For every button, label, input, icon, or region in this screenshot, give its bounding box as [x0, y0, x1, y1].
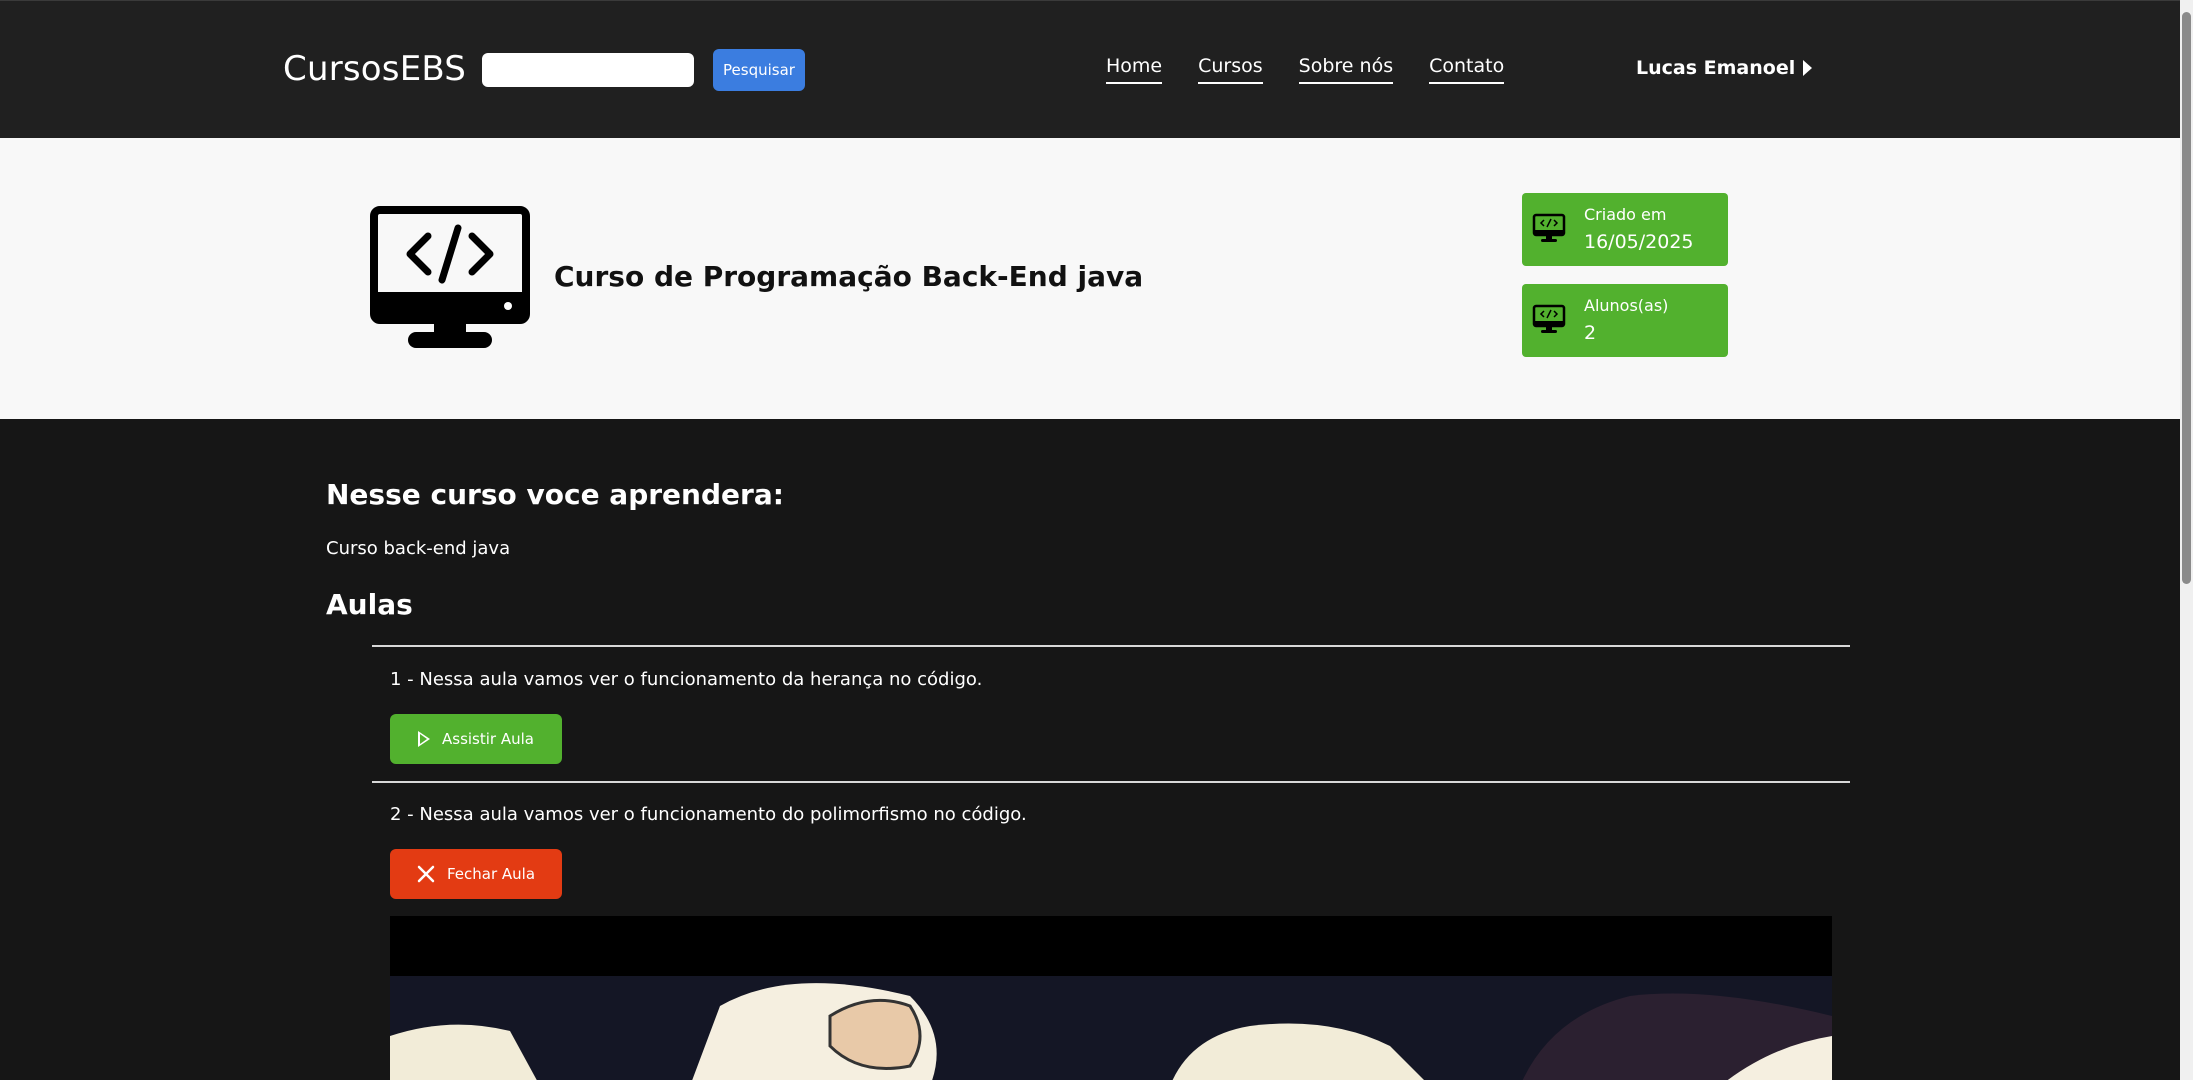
lesson-video-player[interactable]: [390, 916, 1832, 1080]
close-icon: [417, 865, 435, 883]
monitor-code-icon: [370, 206, 530, 348]
stat-value: 16/05/2025: [1584, 231, 1694, 253]
stat-created: Criado em 16/05/2025: [1522, 193, 1728, 266]
brand-logo[interactable]: CursosEBS: [283, 49, 466, 89]
stat-value: 2: [1584, 322, 1597, 344]
scrollbar-thumb[interactable]: [2182, 12, 2191, 584]
lesson-2-text: 2 - Nessa aula vamos ver o funcionamento…: [390, 804, 1027, 825]
stat-label: Criado em: [1584, 205, 1667, 224]
close-lesson-button[interactable]: Fechar Aula: [390, 849, 562, 899]
user-menu[interactable]: Lucas Emanoel: [1636, 57, 1813, 79]
learn-title: Nesse curso voce aprendera:: [326, 478, 784, 511]
nav-home[interactable]: Home: [1106, 55, 1163, 84]
search-input[interactable]: [482, 53, 694, 87]
lesson-divider: [372, 781, 1850, 783]
play-icon: [418, 731, 430, 747]
caret-right-icon: [1803, 60, 1813, 76]
stat-label: Alunos(as): [1584, 296, 1669, 315]
nav-cursos[interactable]: Cursos: [1198, 55, 1263, 84]
lesson-divider: [372, 645, 1850, 647]
course-title: Curso de Programação Back-End java: [554, 260, 1144, 293]
site-header: CursosEBS Pesquisar Home Cursos Sobre nó…: [0, 0, 2180, 138]
stat-students: Alunos(as) 2: [1522, 284, 1728, 357]
monitor-code-icon: [1532, 213, 1566, 242]
button-label: Fechar Aula: [446, 865, 536, 883]
user-name: Lucas Emanoel: [1636, 57, 1796, 79]
lesson-1-text: 1 - Nessa aula vamos ver o funcionamento…: [390, 669, 983, 690]
monitor-code-icon: [1532, 304, 1566, 333]
watch-lesson-button[interactable]: Assistir Aula: [390, 714, 562, 764]
main-nav: Home Cursos Sobre nós Contato: [1106, 55, 1505, 84]
nav-sobre[interactable]: Sobre nós: [1298, 55, 1394, 84]
learn-description: Curso back-end java: [326, 538, 511, 559]
video-frame: [390, 976, 1832, 1080]
lessons-title: Aulas: [326, 588, 413, 621]
page-scrollbar[interactable]: [2180, 0, 2193, 1080]
nav-contato[interactable]: Contato: [1429, 55, 1505, 84]
button-label: Assistir Aula: [442, 730, 534, 748]
course-hero: Curso de Programação Back-End java Criad…: [0, 138, 2180, 419]
search-button[interactable]: Pesquisar: [713, 49, 805, 91]
